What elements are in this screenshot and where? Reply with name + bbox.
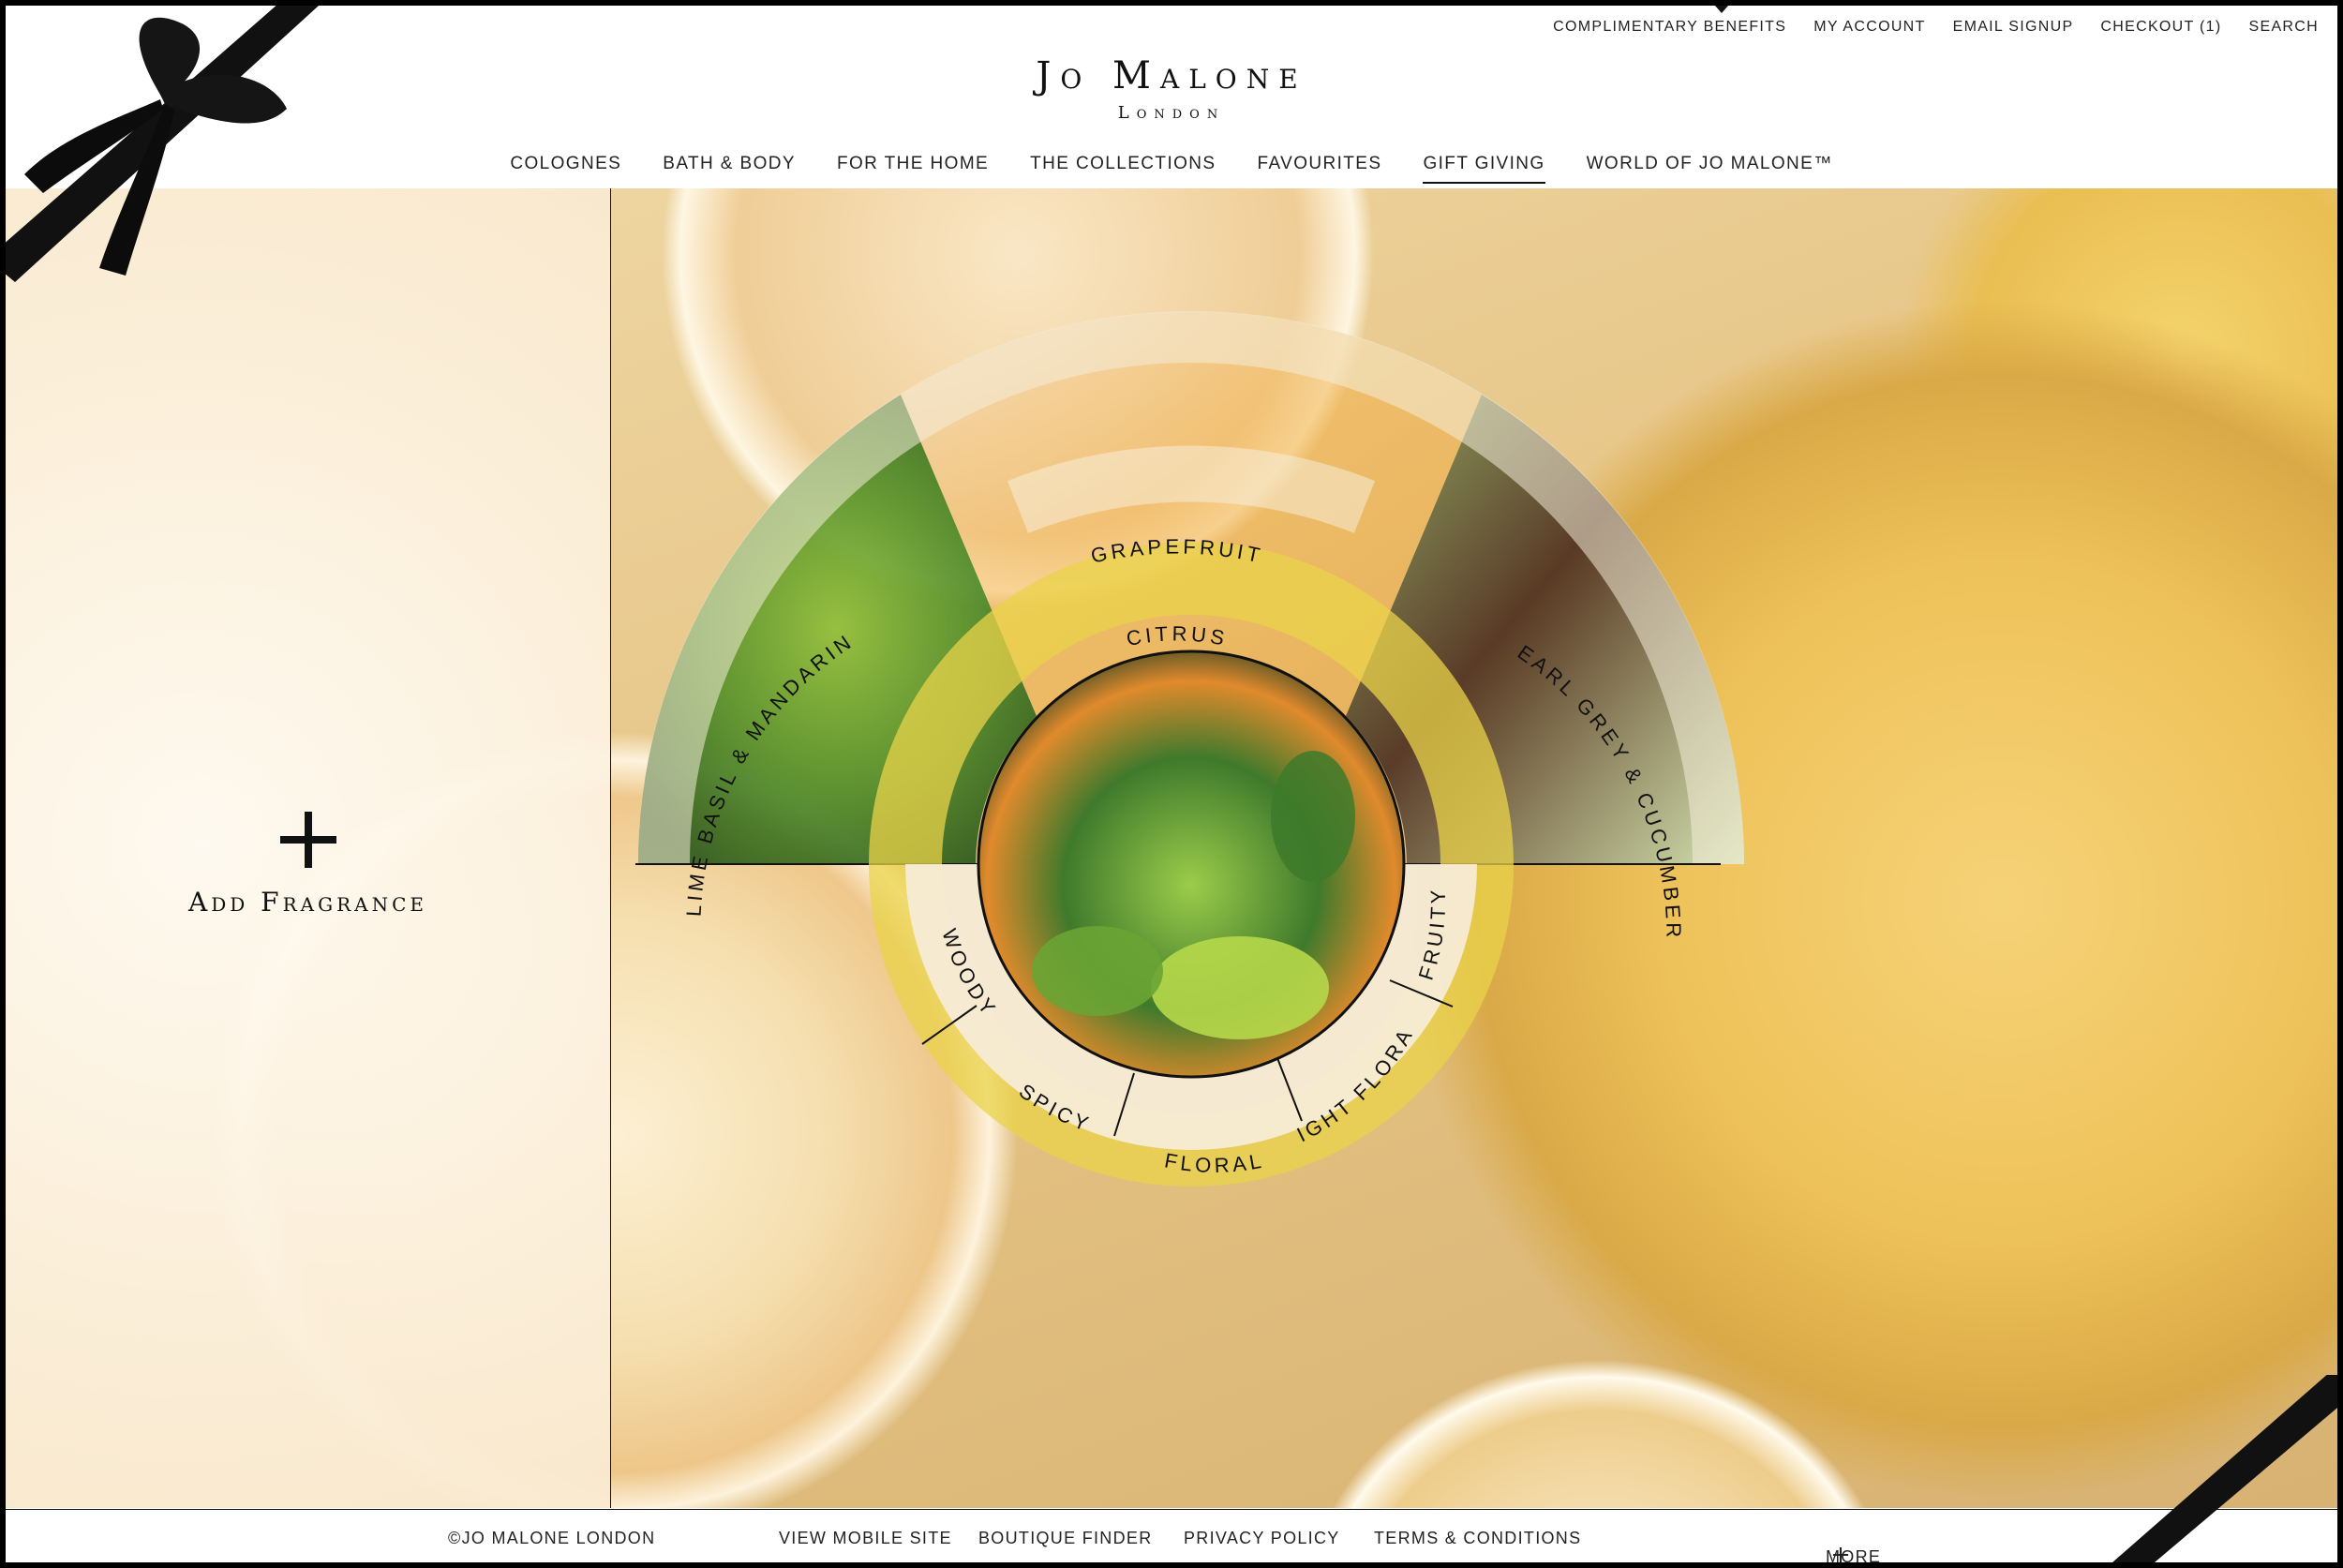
nav-item-favourites[interactable]: FAVOURITES [1258,154,1382,184]
footer-link-mobile-site[interactable]: VIEW MOBILE SITE [779,1529,952,1548]
plus-icon [1833,1547,1848,1562]
nav-item-for-the-home[interactable]: FOR THE HOME [837,154,989,184]
footer-link-boutique-finder[interactable]: BOUTIQUE FINDER [978,1529,1153,1548]
main-nav: COLOGNES BATH & BODY FOR THE HOME THE CO… [6,154,2337,184]
util-link-email-signup[interactable]: EMAIL SIGNUP [1953,19,2074,36]
page-frame: COMPLIMENTARY BENEFITS MY ACCOUNT EMAIL … [6,6,2337,1562]
footer-link-terms[interactable]: TERMS & CONDITIONS [1374,1529,1581,1548]
nav-item-the-collections[interactable]: THE COLLECTIONS [1030,154,1216,184]
util-link-checkout[interactable]: CHECKOUT (1) [2100,19,2221,36]
brand-sub: London [1117,103,1226,123]
footer: ©JO MALONE LONDON VIEW MOBILE SITE BOUTI… [6,1509,2337,1562]
nav-item-bath-body[interactable]: BATH & BODY [663,154,796,184]
brand-logo[interactable]: Jo Malone London [6,54,2337,123]
footer-copyright: ©JO MALONE LONDON [448,1529,656,1547]
caret-down-icon [1715,6,1728,13]
nav-item-world-of-jo-malone[interactable]: WORLD OF JO MALONE™ [1587,154,1833,184]
nav-item-gift-giving[interactable]: GIFT GIVING [1423,154,1545,184]
utility-nav: COMPLIMENTARY BENEFITS MY ACCOUNT EMAIL … [1553,19,2319,36]
fragrance-wheel-hero: Add Fragrance GRAPEFRUIT LIME BASIL & MA… [6,188,2337,1508]
nav-item-colognes[interactable]: COLOGNES [510,154,621,184]
util-link-my-account[interactable]: MY ACCOUNT [1813,19,1925,36]
util-link-search[interactable]: SEARCH [2249,19,2319,36]
fragrance-wheel: GRAPEFRUIT LIME BASIL & MANDARIN EARL GR… [6,188,1744,1187]
util-link-complimentary-benefits[interactable]: COMPLIMENTARY BENEFITS [1553,19,1786,36]
footer-link-privacy-policy[interactable]: PRIVACY POLICY [1184,1529,1340,1548]
brand-name: Jo Malone [1036,54,1307,97]
